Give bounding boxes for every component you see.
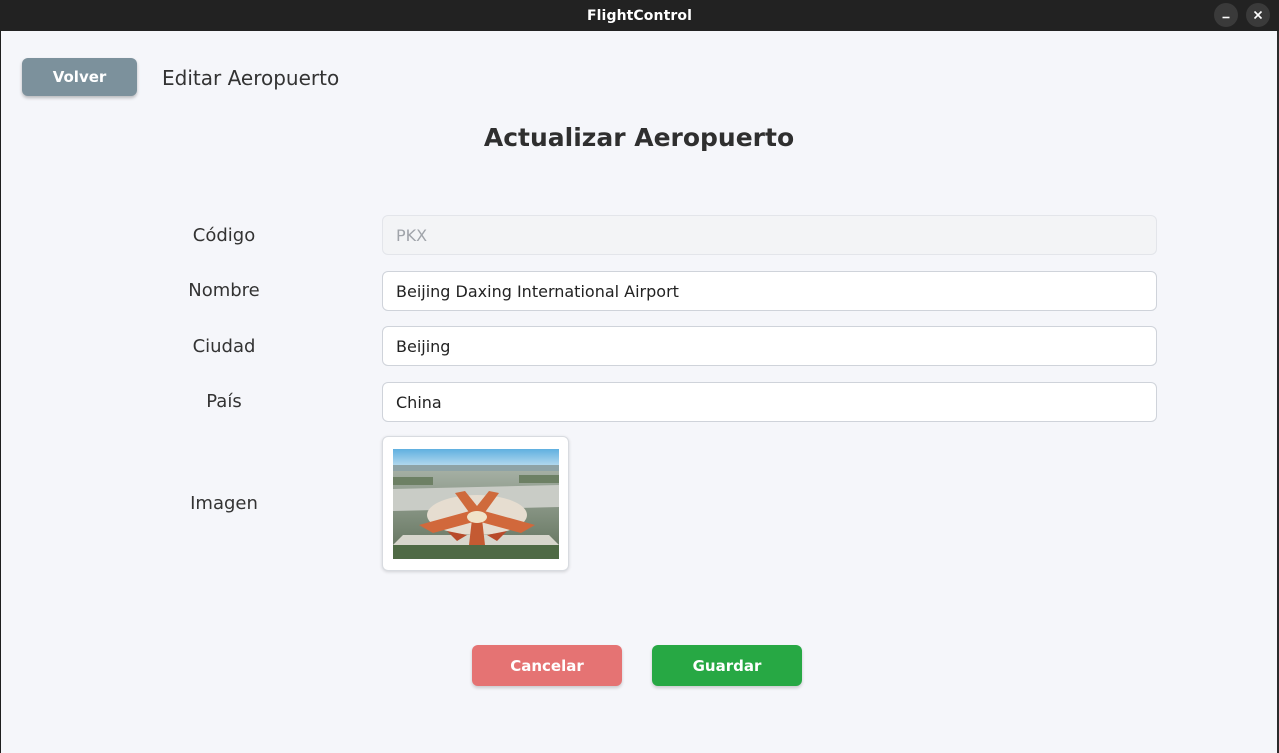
back-button[interactable]: Volver bbox=[22, 58, 137, 96]
app-content: Volver Editar Aeropuerto Actualizar Aero… bbox=[1, 31, 1277, 753]
code-field bbox=[382, 215, 1157, 255]
minimize-button[interactable] bbox=[1214, 3, 1238, 27]
form-title: Actualizar Aeropuerto bbox=[483, 123, 795, 152]
close-icon bbox=[1253, 10, 1263, 20]
image-picker[interactable] bbox=[382, 436, 569, 571]
image-label: Imagen bbox=[190, 493, 258, 514]
minimize-icon bbox=[1222, 16, 1230, 19]
window-title: FlightControl bbox=[586, 7, 692, 24]
close-button[interactable] bbox=[1246, 3, 1270, 27]
country-label: País bbox=[206, 391, 242, 412]
name-field[interactable] bbox=[382, 271, 1157, 311]
window-titlebar: FlightControl bbox=[0, 0, 1279, 31]
code-label: Código bbox=[192, 225, 256, 246]
page-title: Editar Aeropuerto bbox=[162, 66, 340, 90]
cancel-button[interactable]: Cancelar bbox=[472, 645, 622, 686]
city-label: Ciudad bbox=[192, 336, 256, 357]
name-label: Nombre bbox=[188, 280, 260, 301]
city-field[interactable] bbox=[382, 326, 1157, 366]
save-button[interactable]: Guardar bbox=[652, 645, 802, 686]
country-field[interactable] bbox=[382, 382, 1157, 422]
airport-image bbox=[393, 449, 559, 559]
